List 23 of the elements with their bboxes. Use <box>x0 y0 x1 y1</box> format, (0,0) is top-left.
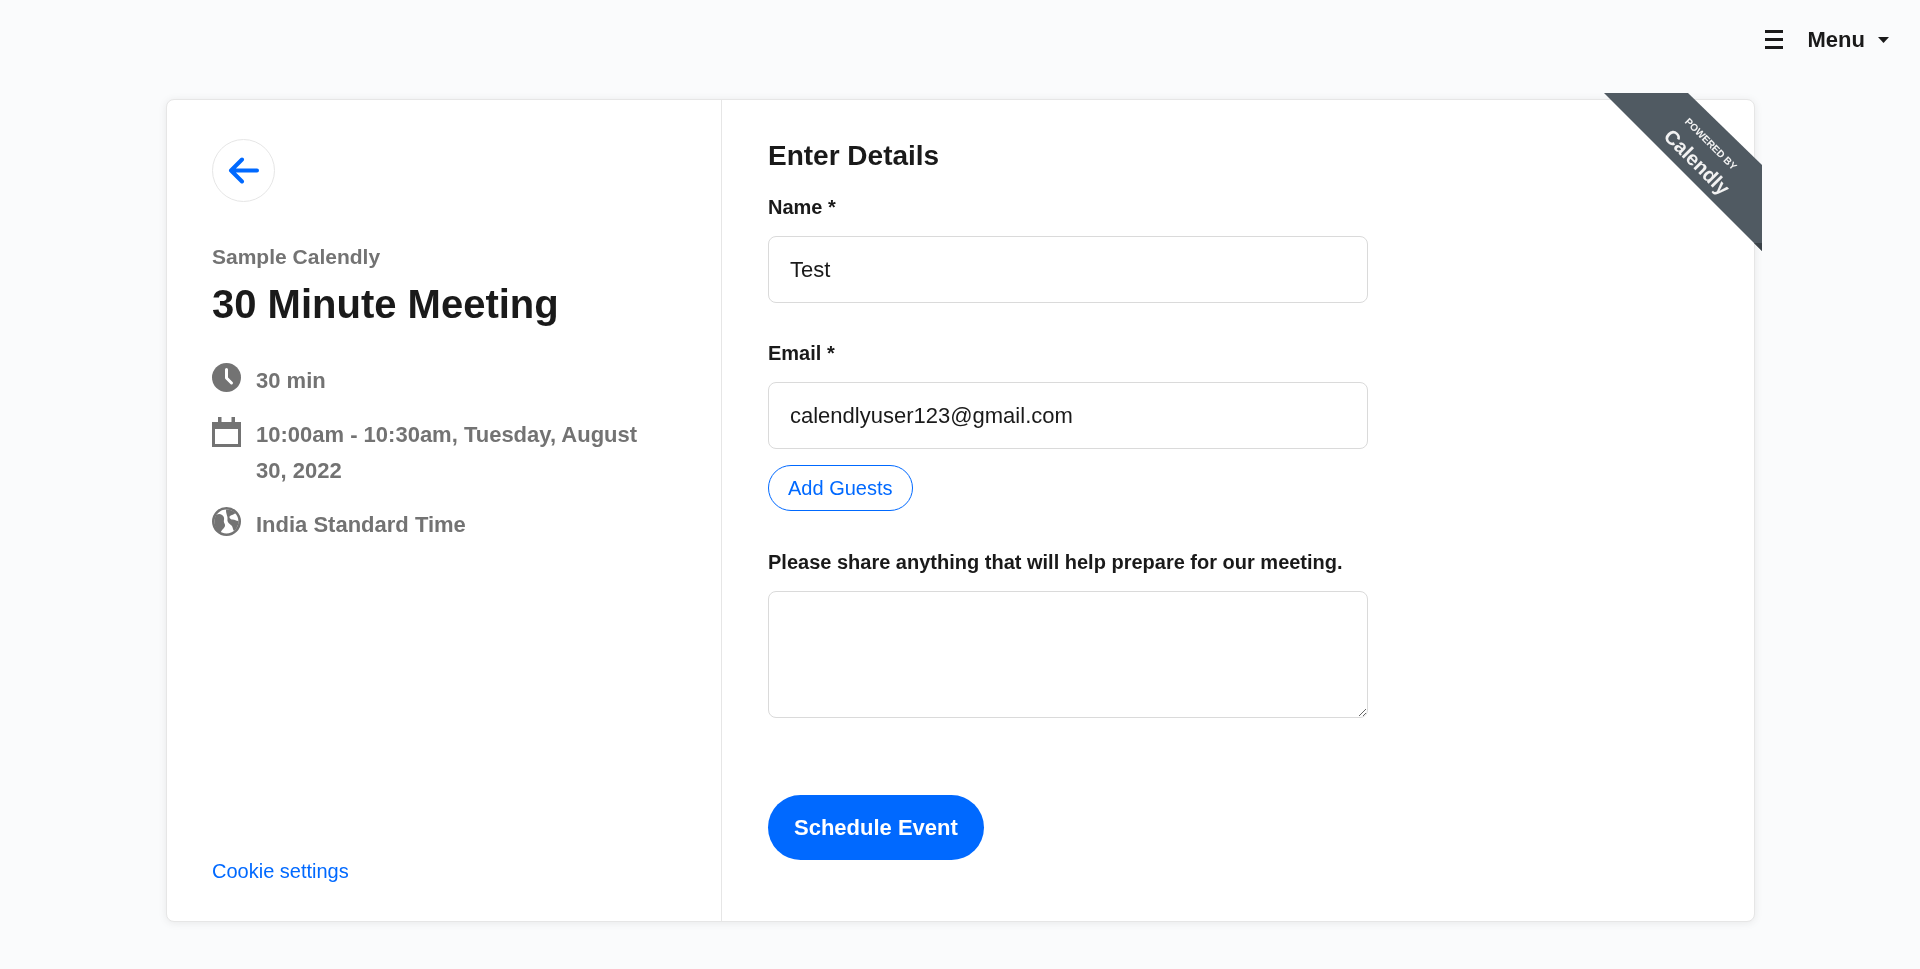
input-field[interactable]: calendlyuser123@gmail.com <box>768 382 1368 449</box>
menu-icon <box>1764 30 1783 50</box>
arrow-left-icon <box>228 157 259 184</box>
field-label: Name * <box>768 195 837 220</box>
caret-icon <box>1878 37 1889 43</box>
form-title: Enter Details <box>768 139 941 173</box>
field-label: Please share anything that will help prepare for our meeting. <box>768 550 1344 575</box>
menu-button[interactable]: Menu <box>1764 26 1889 54</box>
clock-icon <box>212 363 241 392</box>
event-detail-text: India Standard Time <box>256 511 466 539</box>
cookie-settings-link[interactable]: Cookie settings <box>212 858 349 884</box>
corner-ribbon[interactable] <box>1604 93 1762 251</box>
input-field[interactable]: Test <box>768 236 1368 303</box>
schedule-event-button[interactable]: Schedule Event <box>768 795 984 860</box>
text-area-field[interactable] <box>768 591 1368 718</box>
field-label: Email * <box>768 341 836 366</box>
event-detail-text: 10:00am - 10:30am, Tuesday, August 30, 2022 <box>256 421 639 485</box>
calendar-icon <box>212 417 241 447</box>
globe-icon <box>212 507 241 536</box>
organizer-name: Sample Calendly <box>212 244 382 270</box>
event-title: 30 Minute Meeting <box>212 281 560 328</box>
event-detail-text: 30 min <box>256 367 326 395</box>
add-guests-button[interactable]: Add Guests <box>768 465 913 511</box>
